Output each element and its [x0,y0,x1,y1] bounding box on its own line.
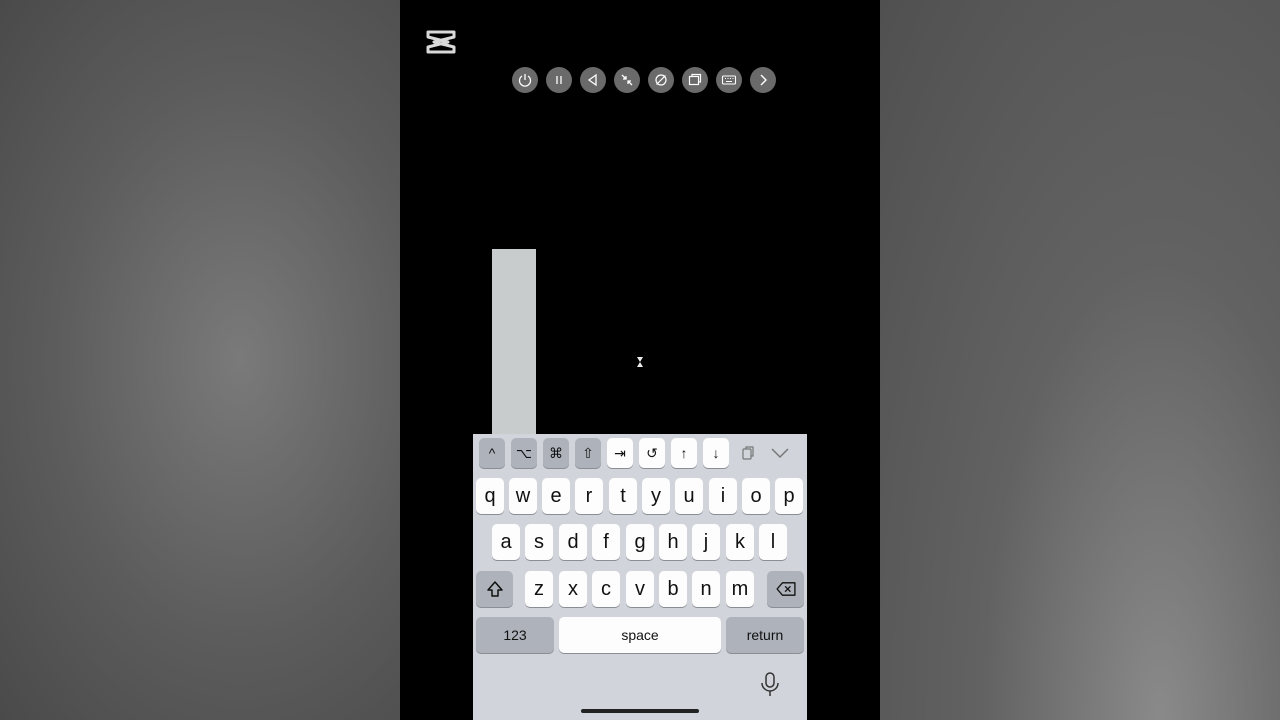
bottom-key-row: 123 space return [473,617,807,653]
key-v[interactable]: v [626,571,654,607]
hourglass-cursor-icon [636,355,644,367]
arrow-down-key[interactable]: ↓ [703,438,729,468]
letter-row-3: z x c v b n m [473,571,807,607]
microphone-icon[interactable] [760,672,780,698]
gray-block [492,249,536,435]
background-left-panel [0,0,400,720]
key-o[interactable]: o [742,478,770,514]
key-z[interactable]: z [525,571,553,607]
background-right-panel [880,0,1280,720]
numbers-key[interactable]: 123 [476,617,554,653]
key-k[interactable]: k [726,524,754,560]
key-g[interactable]: g [626,524,654,560]
key-d[interactable]: d [559,524,587,560]
modifier-row: ^ ⌥ ⌘ ⇧ ⇥ ↺ ↑ ↓ [479,438,793,468]
key-c[interactable]: c [592,571,620,607]
key-h[interactable]: h [659,524,687,560]
key-b[interactable]: b [659,571,687,607]
power-icon[interactable] [512,67,538,93]
shift-key[interactable] [476,571,513,607]
on-screen-keyboard: ^ ⌥ ⌘ ⇧ ⇥ ↺ ↑ ↓ q w e r t y u i o p a s … [473,434,807,720]
key-a[interactable]: a [492,524,520,560]
dismiss-keyboard-chevron-icon[interactable] [767,438,793,468]
letter-row-1: q w e r t y u i o p [473,478,807,514]
command-key[interactable]: ⌘ [543,438,569,468]
key-y[interactable]: y [642,478,670,514]
key-i[interactable]: i [709,478,737,514]
key-s[interactable]: s [525,524,553,560]
key-f[interactable]: f [592,524,620,560]
space-key[interactable]: space [559,617,721,653]
shrink-icon[interactable] [614,67,640,93]
back-triangle-icon[interactable] [580,67,606,93]
tab-key[interactable]: ⇥ [607,438,633,468]
option-key[interactable]: ⌥ [511,438,537,468]
windows-icon[interactable] [682,67,708,93]
history-key[interactable]: ↺ [639,438,665,468]
key-q[interactable]: q [476,478,504,514]
phone-screen: ^ ⌥ ⌘ ⇧ ⇥ ↺ ↑ ↓ q w e r t y u i o p a s … [400,0,880,720]
key-e[interactable]: e [542,478,570,514]
key-w[interactable]: w [509,478,537,514]
key-l[interactable]: l [759,524,787,560]
pause-icon[interactable] [546,67,572,93]
clipboard-icon[interactable] [735,438,761,468]
pointer-off-icon[interactable] [648,67,674,93]
app-logo [425,28,457,56]
home-indicator[interactable] [581,709,699,713]
key-m[interactable]: m [726,571,754,607]
shift-modifier-key[interactable]: ⇧ [575,438,601,468]
control-key[interactable]: ^ [479,438,505,468]
key-j[interactable]: j [692,524,720,560]
forward-chevron-icon[interactable] [750,67,776,93]
arrow-up-key[interactable]: ↑ [671,438,697,468]
key-t[interactable]: t [609,478,637,514]
key-r[interactable]: r [575,478,603,514]
letter-row-2: a s d f g h j k l [473,524,807,560]
key-x[interactable]: x [559,571,587,607]
return-key[interactable]: return [726,617,804,653]
key-n[interactable]: n [692,571,720,607]
key-u[interactable]: u [675,478,703,514]
keyboard-icon[interactable] [716,67,742,93]
backspace-key[interactable] [767,571,804,607]
remote-toolbar [512,67,776,93]
key-p[interactable]: p [775,478,803,514]
